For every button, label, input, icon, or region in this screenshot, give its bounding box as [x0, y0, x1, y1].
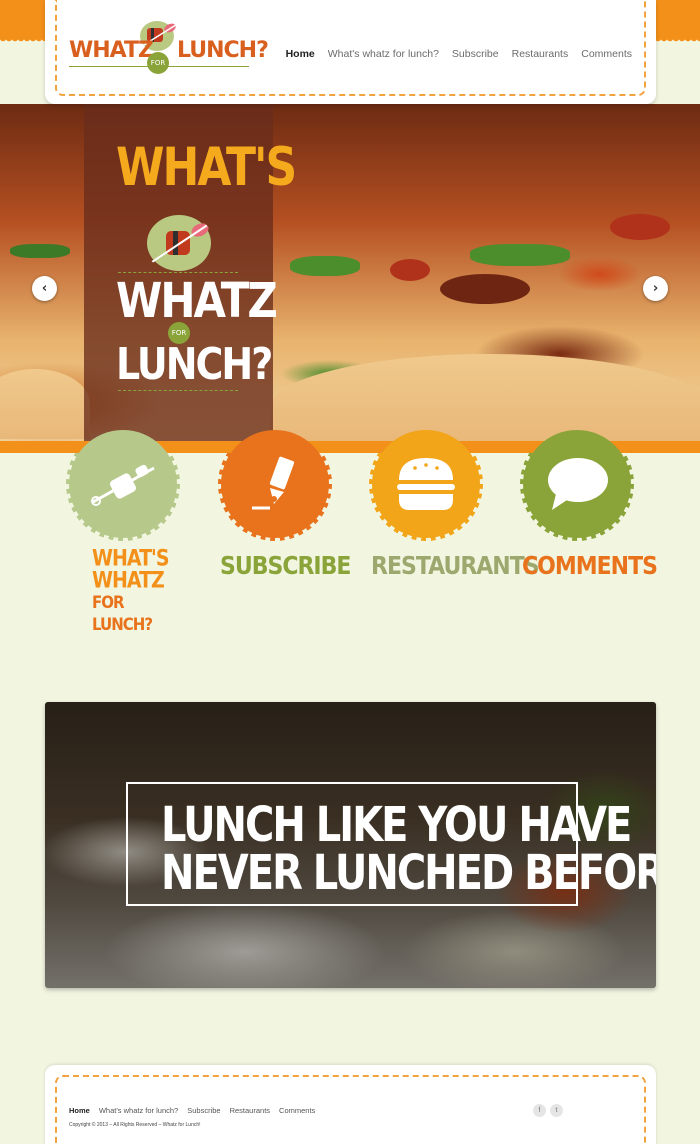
hero-lunch: LUNCH?: [116, 338, 273, 390]
twitter-icon[interactable]: t: [550, 1104, 563, 1117]
pen-icon: [252, 456, 295, 510]
feature-subscribe[interactable]: SUBSCRIBE: [218, 427, 351, 581]
promo-banner: LUNCH LIKE YOU HAVE NEVER LUNCHED BEFORE…: [45, 702, 656, 988]
pizza-topping: [440, 274, 530, 304]
footer-nav-whats-for-lunch[interactable]: What's whatz for lunch?: [99, 1106, 178, 1115]
hero-whatz: WHATZ: [116, 272, 278, 329]
nav-whats-for-lunch[interactable]: What's whatz for lunch?: [328, 48, 439, 60]
site-logo[interactable]: WHATZ FOR LUNCH?: [69, 18, 269, 74]
feature-badge[interactable]: [369, 427, 483, 541]
speech-bubble-icon: [548, 458, 608, 510]
slider-prev-button[interactable]: ‹: [32, 276, 57, 301]
feature-badge[interactable]: [520, 427, 634, 541]
feature-label-whats[interactable]: WHAT'S WHATZ FOR LUNCH?: [68, 548, 178, 635]
chevron-left-icon: ‹: [41, 281, 48, 296]
hero-whats: WHAT'S: [116, 136, 297, 199]
logo-underline: [69, 66, 249, 67]
pizza-topping: [610, 214, 670, 240]
logo-word-lunch: LUNCH?: [177, 38, 269, 63]
copyright-text: Copyright © 2013 – All Rights Reserved –…: [69, 1122, 201, 1128]
feature-label-line: WHATZ: [92, 567, 165, 594]
chevron-right-icon: ›: [652, 281, 659, 296]
skewer-hero-icon: [145, 215, 213, 271]
facebook-icon[interactable]: f: [533, 1104, 546, 1117]
feature-badge[interactable]: [218, 427, 332, 541]
pizza-herb: [470, 244, 570, 266]
site-header: WHATZ FOR LUNCH? Home What's whatz for l…: [45, 0, 656, 104]
hero-title-panel: WHAT'S WHATZ FOR LUNCH?: [84, 104, 297, 441]
feature-label-comments[interactable]: COMMENTS: [522, 552, 658, 581]
footer-nav: Home What's whatz for lunch? Subscribe R…: [69, 1106, 315, 1115]
pizza-herb: [10, 244, 70, 258]
main-nav: Home What's whatz for lunch? Subscribe R…: [286, 48, 632, 60]
banner-line-2: NEVER LUNCHED BEFORE!: [161, 846, 656, 902]
pizza-topping: [390, 259, 430, 281]
feature-label-restaurants[interactable]: RESTAURANTS: [371, 552, 540, 581]
skewer-icon: [91, 464, 155, 506]
hero-rule: [118, 390, 238, 391]
top-left-ribbon: [0, 0, 45, 44]
feature-label-line: FOR LUNCH?: [92, 592, 153, 635]
site-footer: Home What's whatz for lunch? Subscribe R…: [45, 1065, 656, 1144]
slider-next-button[interactable]: ›: [643, 276, 668, 301]
logo-word-for: FOR: [147, 52, 169, 74]
top-right-ribbon: [655, 0, 700, 44]
footer-nav-home[interactable]: Home: [69, 1106, 90, 1115]
logo-word-whatz: WHATZ: [69, 38, 154, 63]
nav-restaurants[interactable]: Restaurants: [512, 48, 569, 60]
footer-nav-restaurants[interactable]: Restaurants: [230, 1106, 270, 1115]
pizza-crust: [270, 354, 700, 441]
pizza-crust-left: [0, 369, 90, 439]
feature-whats-for-lunch[interactable]: WHAT'S WHATZ FOR LUNCH?: [66, 427, 180, 635]
hero-slider: WHAT'S WHATZ FOR LUNCH? ‹ ›: [0, 104, 700, 441]
nav-subscribe[interactable]: Subscribe: [452, 48, 499, 60]
footer-nav-comments[interactable]: Comments: [279, 1106, 315, 1115]
nav-comments[interactable]: Comments: [581, 48, 632, 60]
feature-comments[interactable]: COMMENTS: [520, 427, 658, 581]
pizza-herb: [290, 256, 360, 276]
feature-restaurants[interactable]: RESTAURANTS: [369, 427, 540, 581]
banner-line-1: LUNCH LIKE YOU HAVE: [161, 798, 632, 854]
burger-icon: [397, 458, 455, 510]
nav-home[interactable]: Home: [286, 48, 315, 60]
feature-label-subscribe[interactable]: SUBSCRIBE: [220, 552, 351, 581]
footer-nav-subscribe[interactable]: Subscribe: [187, 1106, 220, 1115]
feature-badge[interactable]: [66, 427, 180, 541]
